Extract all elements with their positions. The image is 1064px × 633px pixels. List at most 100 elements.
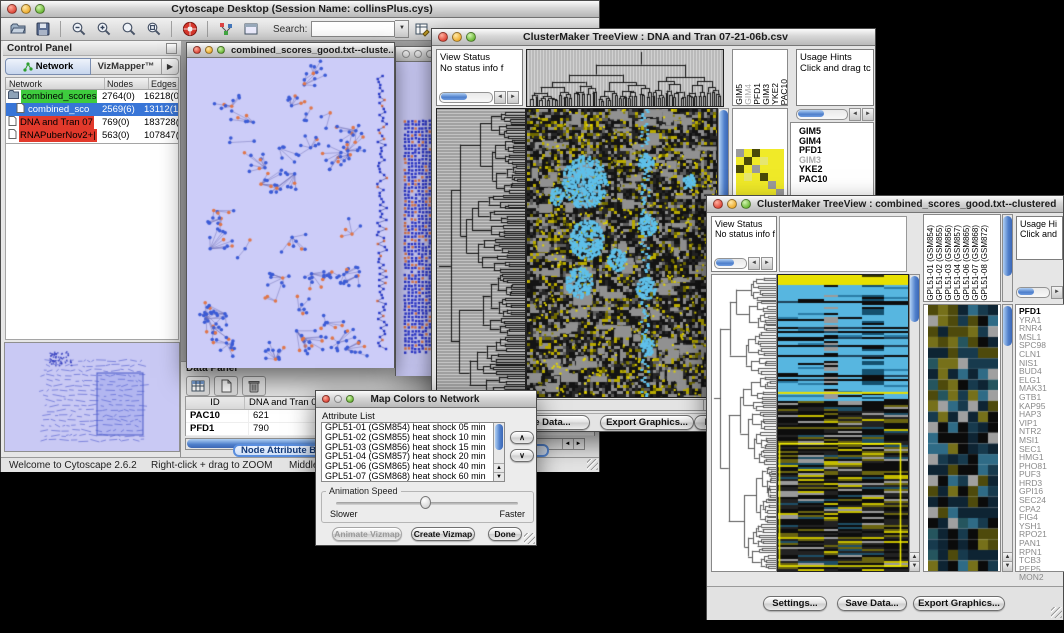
edge-count: 183728(0) — [144, 116, 178, 129]
save-data-button[interactable]: Save Data... — [837, 596, 907, 611]
close-button[interactable] — [713, 199, 723, 209]
gene-label[interactable]: PAC10 — [799, 175, 873, 185]
main-title-bar[interactable]: Cytoscape Desktop (Session Name: collins… — [1, 1, 599, 18]
zoom-heatmap-canvas[interactable] — [928, 305, 998, 571]
row-dendrogram[interactable] — [711, 274, 777, 572]
zoom-region-icon[interactable] — [144, 21, 163, 38]
tab-overflow-arrow[interactable]: ▶ — [162, 58, 179, 75]
attribute-list-scrollbar[interactable]: ▲ ▼ — [493, 423, 504, 481]
network-overview-canvas[interactable] — [5, 343, 179, 451]
minimize-button[interactable] — [414, 50, 422, 58]
network-row-RNAPuberNov2+|[interactable]: RNAPuberNov2+|563(0)107847(0) — [6, 129, 178, 142]
page-button[interactable] — [214, 376, 238, 396]
close-button[interactable] — [193, 46, 201, 54]
network-overview-panel[interactable] — [4, 342, 180, 452]
minimize-button[interactable] — [205, 46, 213, 54]
close-button[interactable] — [322, 395, 330, 403]
minimize-button[interactable] — [334, 395, 342, 403]
float-panel-icon[interactable] — [166, 43, 177, 54]
heatmap-vscrollbar[interactable]: ▲▼ — [909, 274, 920, 572]
zoom-out-icon[interactable] — [69, 21, 88, 38]
network-a-title-bar[interactable]: combined_scores_good.txt--cluste... — [187, 43, 394, 58]
treeview1-title-bar[interactable]: ClusterMaker TreeView : DNA and Tran 07-… — [432, 29, 875, 46]
column-header-network[interactable]: Network — [6, 78, 105, 89]
attr-col-id[interactable]: ID — [186, 397, 245, 409]
scroll-left-arrow[interactable]: ◄ — [562, 439, 572, 449]
done-button[interactable]: Done — [488, 527, 522, 541]
settings-button[interactable]: Settings... — [763, 596, 827, 611]
column-label[interactable]: GPL51-06 (GSM865) — [962, 225, 971, 301]
zoom-button[interactable] — [466, 32, 476, 42]
zoom-button[interactable] — [35, 4, 45, 14]
dialog-title-bar[interactable]: Map Colors to Network — [316, 391, 536, 408]
usage-hints-scrollbar[interactable]: ► — [1016, 286, 1063, 298]
tab-vizmapper[interactable]: VizMapper™ — [91, 58, 162, 75]
similarity-thumbnail[interactable] — [736, 149, 784, 197]
network-row-DNA and Tran 07[interactable]: DNA and Tran 07769(0)183728(0) — [6, 116, 178, 129]
column-label[interactable]: GPL51-04 (GSM857) — [953, 225, 962, 301]
network-row-combined_scores[interactable]: combined_scores2764(0)16218(0) — [6, 90, 178, 103]
scroll-up-arrow[interactable]: ▲ — [494, 463, 504, 472]
export-graphics-button[interactable]: Export Graphics... — [600, 415, 694, 430]
open-folder-icon[interactable] — [8, 21, 27, 38]
network-view-a-canvas[interactable] — [187, 58, 394, 368]
scroll-right-arrow[interactable]: ► — [573, 439, 583, 449]
create-vizmap-button[interactable]: Create Vizmap — [411, 527, 475, 541]
zoom-button[interactable] — [217, 46, 225, 54]
search-input[interactable] — [311, 21, 395, 37]
move-up-button[interactable]: ∧ — [510, 431, 534, 444]
resize-grip[interactable] — [587, 459, 598, 470]
close-button[interactable] — [438, 32, 448, 42]
column-label[interactable]: GPL51-08 (GSM872) — [980, 225, 989, 301]
close-button[interactable] — [7, 4, 17, 14]
resize-grip[interactable] — [1051, 607, 1062, 618]
column-label[interactable]: GPL51-01 (GSM854) — [926, 225, 935, 301]
animate-vizmap-button[interactable]: Animate Vizmap — [332, 527, 402, 541]
resize-grip[interactable] — [524, 533, 535, 544]
trash-button[interactable] — [242, 376, 266, 396]
vizmapper-icon[interactable] — [216, 21, 235, 38]
column-tree-area — [779, 216, 907, 272]
column-label[interactable]: GPL51-02 (GSM855) — [935, 225, 944, 301]
gene-label[interactable]: MON2 — [1019, 573, 1064, 582]
column-header-edges[interactable]: Edges — [149, 78, 178, 89]
column-label[interactable]: GPL51-07 (GSM868) — [971, 225, 980, 301]
save-icon[interactable] — [33, 21, 52, 38]
zoom-button[interactable] — [346, 395, 354, 403]
table-button[interactable] — [186, 376, 210, 396]
scroll-down-arrow[interactable]: ▼ — [494, 472, 504, 481]
column-label[interactable]: PAC10 — [780, 79, 789, 105]
help-ring-icon[interactable] — [180, 21, 199, 38]
treeview2-title-bar[interactable]: ClusterMaker TreeView : combined_scores_… — [707, 196, 1063, 213]
search-dropdown-arrow[interactable]: ▼ — [395, 20, 409, 38]
column-label[interactable]: GPL51-03 (GSM856) — [944, 225, 953, 301]
window-icon[interactable] — [241, 21, 260, 38]
column-header-nodes[interactable]: Nodes — [105, 78, 149, 89]
thumbnail-cell — [736, 165, 744, 173]
close-button[interactable] — [402, 50, 410, 58]
thumbnail-cell — [768, 181, 776, 189]
heatmap-view[interactable] — [526, 108, 718, 398]
row-dendrogram[interactable] — [436, 108, 526, 398]
column-dendrogram[interactable] — [526, 49, 724, 107]
heatmap-view[interactable] — [777, 274, 909, 572]
column-labels-scrollbar[interactable] — [1002, 214, 1013, 302]
usage-hints-scrollbar[interactable]: ◄► — [796, 108, 874, 120]
zoom-heatmap-vscrollbar[interactable]: ▲▼ — [1002, 304, 1013, 572]
network-row-combined_sco[interactable]: combined_sco2569(6)13112(15) — [6, 103, 178, 116]
export-graphics-button[interactable]: Export Graphics... — [913, 596, 1005, 611]
attribute-item[interactable]: GPL51-07 (GSM868) heat shock 60 min — [322, 472, 504, 482]
view-status-scrollbar[interactable]: ◄► — [439, 91, 519, 103]
move-down-button[interactable]: ∨ — [510, 449, 534, 462]
zoom-actual-icon[interactable] — [119, 21, 138, 38]
minimize-button[interactable] — [727, 199, 737, 209]
thumbnail-cell — [752, 157, 760, 165]
minimize-button[interactable] — [452, 32, 462, 42]
speed-slider-thumb[interactable] — [420, 496, 431, 509]
zoom-in-icon[interactable] — [94, 21, 113, 38]
tab-network[interactable]: Network — [5, 58, 91, 75]
zoom-button[interactable] — [741, 199, 751, 209]
view-status-scrollbar[interactable]: ◄► — [714, 257, 773, 269]
attribute-edit-icon[interactable] — [412, 21, 431, 38]
minimize-button[interactable] — [21, 4, 31, 14]
